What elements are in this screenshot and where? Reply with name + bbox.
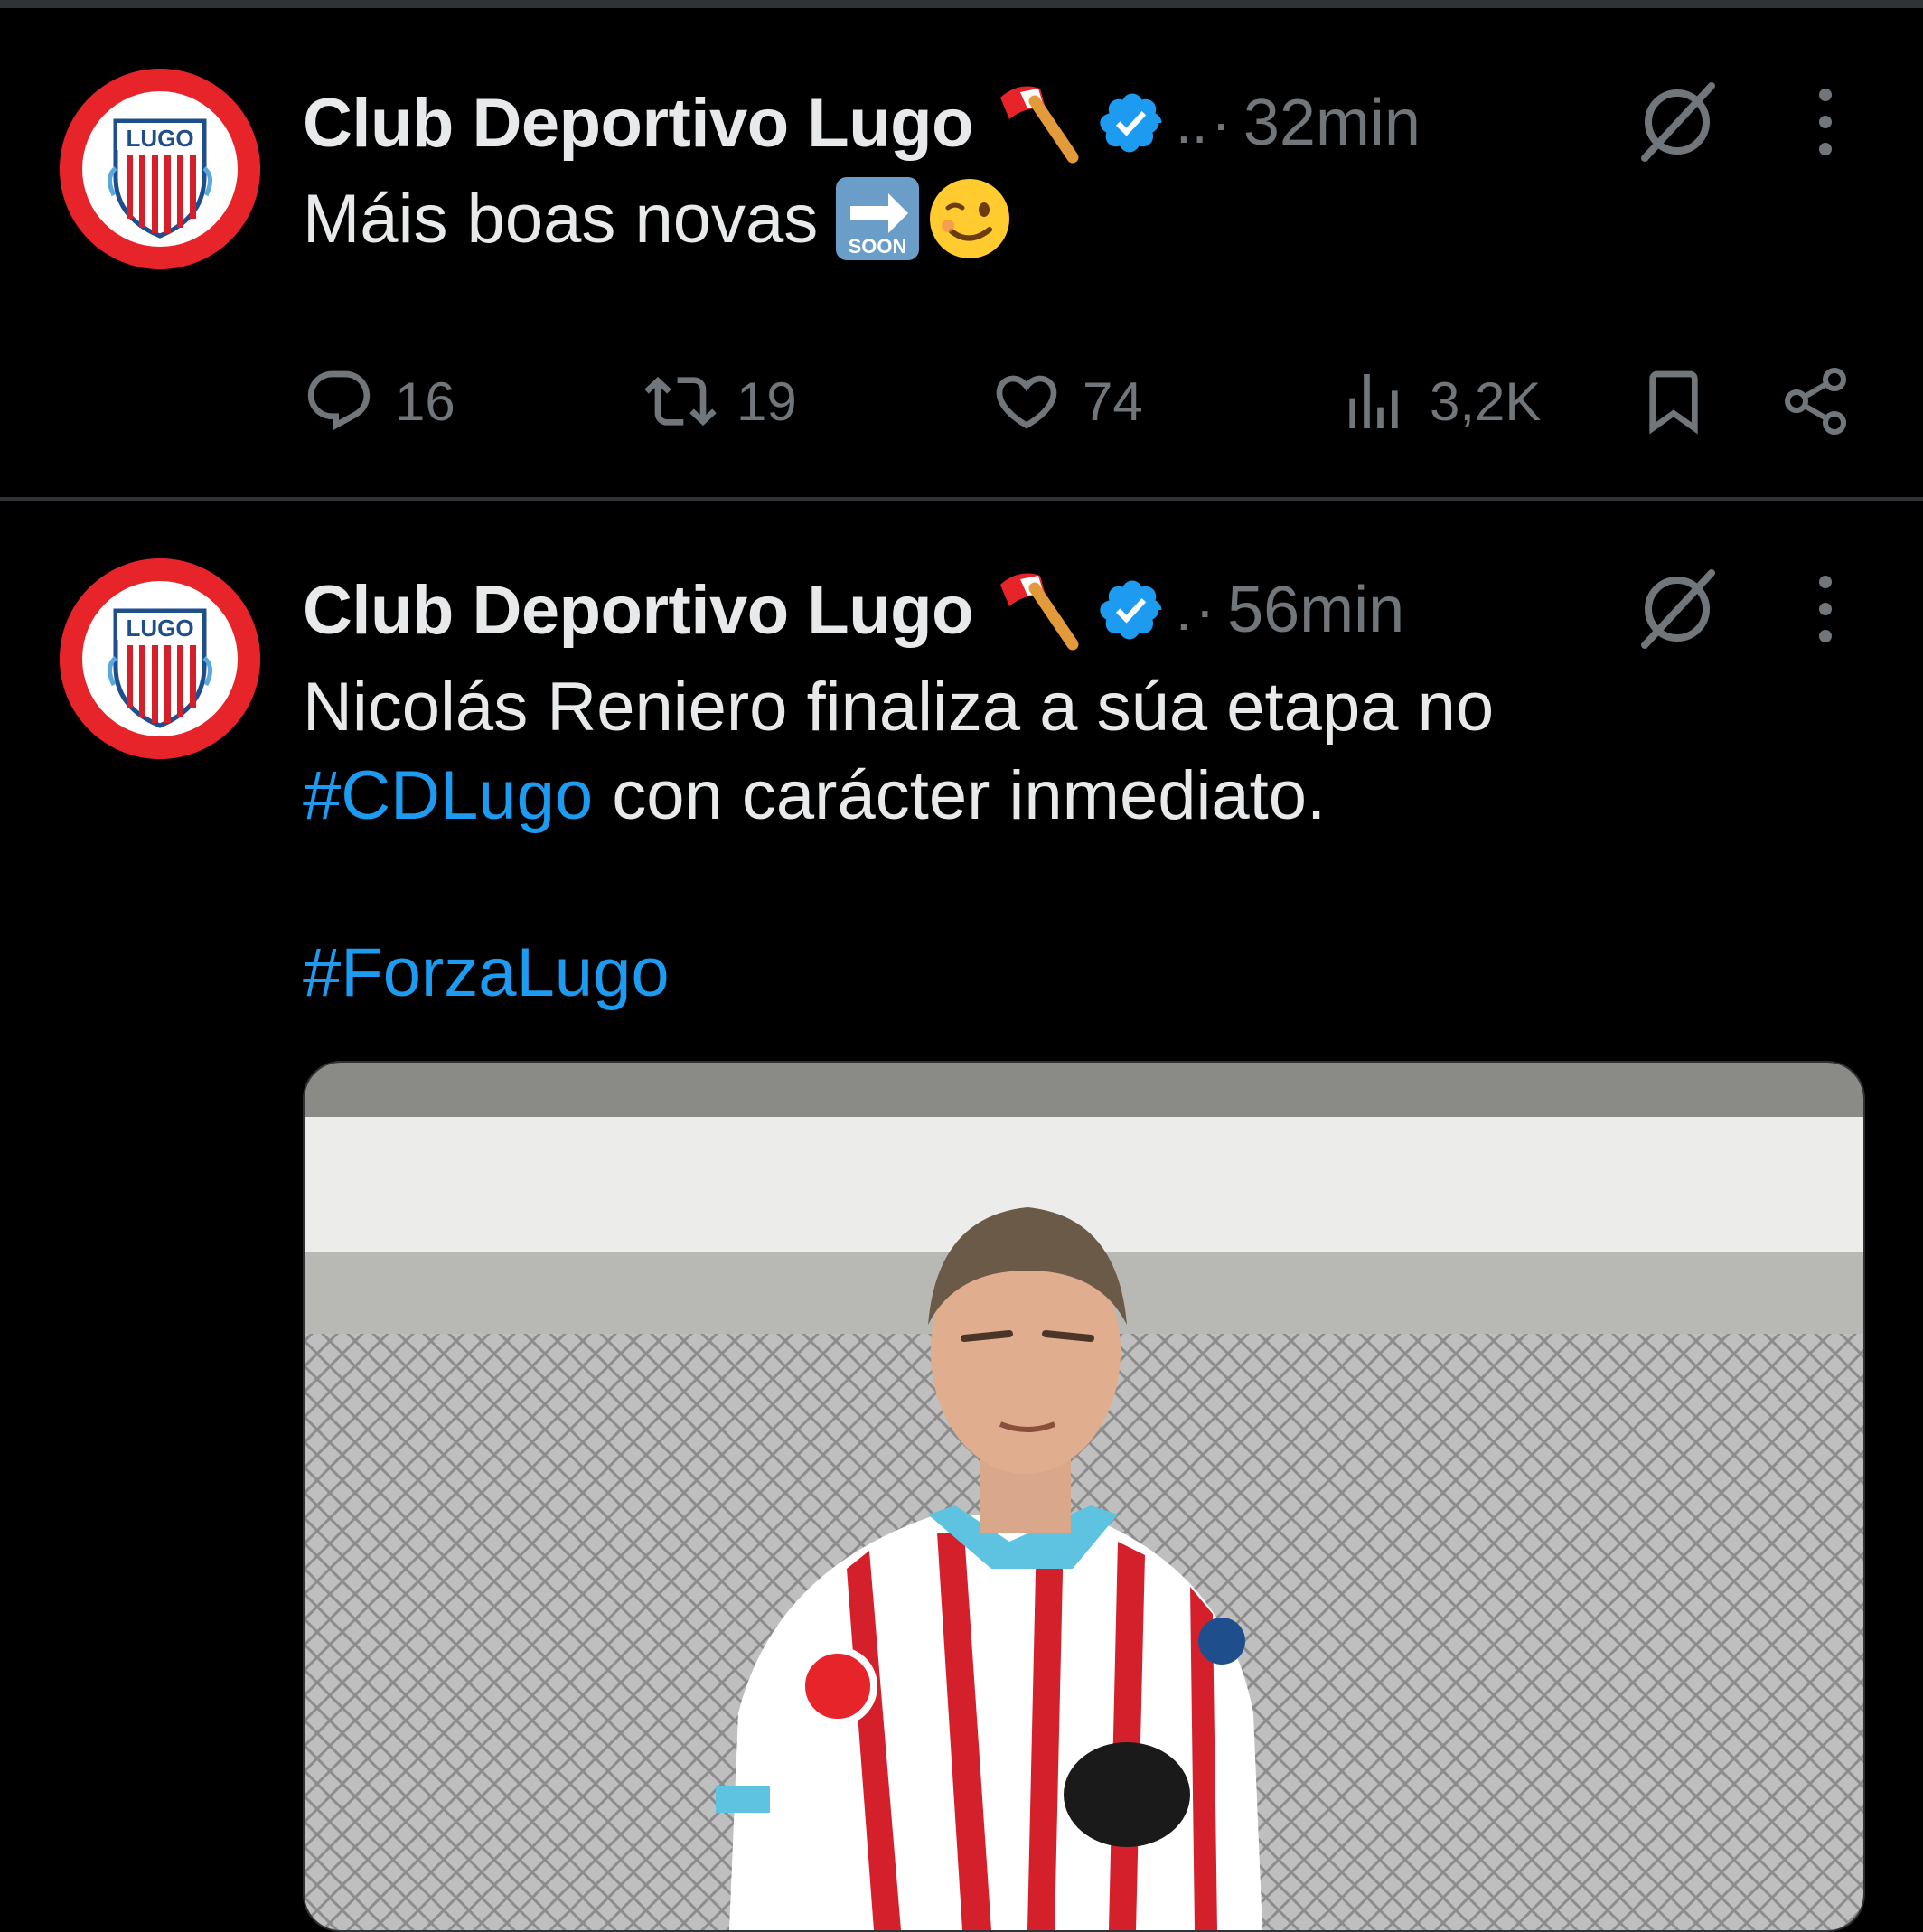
bookmark-button[interactable] xyxy=(1637,365,1710,442)
tweet[interactable]: LUGO Club Deportivo Lugo .. · 32min Máis… xyxy=(0,8,1923,501)
tweet-header: Club Deportivo Lugo .. · 32min xyxy=(303,82,1421,164)
tweet[interactable]: LUGO Club Deportivo Lugo . · 56min Nicol… xyxy=(0,501,1923,1932)
author-name[interactable]: Club Deportivo Lugo xyxy=(303,571,973,650)
like-icon xyxy=(996,375,1057,429)
club-crest-logo: LUGO xyxy=(60,558,260,759)
svg-text:LUGO: LUGO xyxy=(126,125,193,152)
soon-arrow-emoji: SOON xyxy=(836,176,920,260)
tweet-text: Máis boas novas SOON xyxy=(303,175,1013,267)
repost-count: 19 xyxy=(736,370,797,432)
winking-face-emoji xyxy=(930,178,1010,258)
svg-text:LUGO: LUGO xyxy=(126,614,193,642)
tweet-actions: 16 19 74 3,2K xyxy=(0,365,1923,455)
more-icon[interactable] xyxy=(1807,569,1843,651)
grok-icon[interactable] xyxy=(1632,564,1722,654)
tweet-text-line: #CDLugo con carácter inmediato. xyxy=(303,757,1327,834)
author-name[interactable]: Club Deportivo Lugo xyxy=(303,84,973,163)
hashtag-link[interactable]: #ForzaLugo xyxy=(303,934,670,1011)
tweet-text-line: Nicolás Reniero finaliza a súa etapa no xyxy=(303,669,1495,746)
reply-count: 16 xyxy=(395,370,455,432)
verified-badge-icon xyxy=(1100,580,1162,640)
handle-truncated: . xyxy=(1175,577,1192,642)
reply-button[interactable]: 16 xyxy=(303,365,455,437)
axe-emoji xyxy=(999,573,1079,651)
bookmark-icon xyxy=(1649,370,1698,435)
tweet-text: Nicolás Reniero finaliza a súa etapa no … xyxy=(303,663,1494,1018)
repost-button[interactable]: 19 xyxy=(644,365,797,437)
views-icon xyxy=(1349,374,1398,428)
club-crest-logo: LUGO xyxy=(60,69,260,269)
separator-dot: · xyxy=(1211,90,1231,155)
handle-truncated: .. xyxy=(1175,90,1208,155)
top-divider xyxy=(0,0,1923,8)
timestamp[interactable]: 32min xyxy=(1243,86,1421,160)
repost-icon xyxy=(644,376,717,427)
like-count: 74 xyxy=(1083,370,1143,432)
svg-text:SOON: SOON xyxy=(849,235,907,258)
avatar[interactable]: LUGO xyxy=(60,558,260,759)
like-button[interactable]: 74 xyxy=(990,365,1143,437)
share-button[interactable] xyxy=(1780,365,1853,442)
grok-icon[interactable] xyxy=(1632,77,1722,167)
verified-badge-icon xyxy=(1100,93,1162,153)
timestamp[interactable]: 56min xyxy=(1227,573,1404,647)
share-icon xyxy=(1785,368,1846,435)
hashtag-link[interactable]: #CDLugo xyxy=(303,757,593,834)
separator-dot: · xyxy=(1195,577,1215,642)
more-icon[interactable] xyxy=(1807,82,1843,164)
axe-emoji xyxy=(999,86,1079,164)
views-button[interactable]: 3,2K xyxy=(1337,365,1541,437)
tweet-header: Club Deportivo Lugo . · 56min xyxy=(303,569,1404,651)
player-photo xyxy=(305,1063,1863,1930)
views-count: 3,2K xyxy=(1430,370,1542,432)
reply-icon xyxy=(307,370,371,431)
tweet-media-image[interactable] xyxy=(303,1061,1865,1932)
avatar[interactable]: LUGO xyxy=(60,69,260,269)
